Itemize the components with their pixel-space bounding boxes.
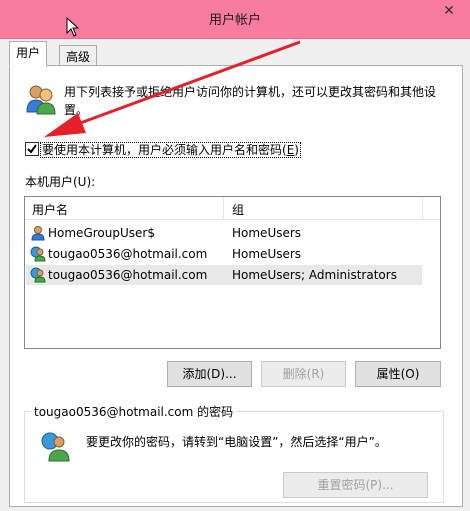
properties-button[interactable]: 属性(O) [355, 361, 441, 387]
add-user-button[interactable]: 添加(D)... [167, 361, 252, 387]
tab-advanced-label: 高级 [66, 50, 91, 64]
tab-users-label: 用户 [16, 46, 41, 60]
require-login-label-text: 要使用本计算机，用户必须输入用户名和密码( [42, 143, 287, 157]
users-list[interactable]: 用户名 组 HomeGroupUser$ HomeUsers tougao053… [24, 196, 441, 349]
password-help-text: 要更改你的密码，请转到“电脑设置”，然后选择“用户”。 [86, 435, 387, 449]
password-group-legend: tougao0536@hotmail.com 的密码 [31, 403, 237, 420]
password-user-icon [41, 432, 70, 462]
users-group-icon [26, 85, 56, 115]
reset-password-button[interactable]: 重置密码(P)... [283, 472, 428, 498]
column-header-group[interactable]: 组 [232, 201, 244, 218]
mouse-cursor-icon [66, 17, 80, 37]
user-group: HomeUsers; Administrators [232, 268, 397, 282]
column-separator[interactable] [422, 197, 423, 219]
user-name: HomeGroupUser$ [48, 226, 155, 240]
microsoft-account-user-icon [30, 267, 46, 283]
table-row-selected[interactable]: tougao0536@hotmail.com HomeUsers; Admini… [26, 265, 422, 285]
user-icon [31, 226, 45, 241]
user-group: HomeUsers [232, 247, 302, 261]
column-separator[interactable] [223, 197, 224, 219]
require-login-label[interactable]: 要使用本计算机，用户必须输入用户名和密码(E) [40, 141, 301, 158]
checkmark-icon [27, 144, 37, 154]
column-header-username[interactable]: 用户名 [32, 201, 68, 218]
require-login-checkbox[interactable] [25, 142, 39, 156]
table-row[interactable]: HomeGroupUser$ HomeUsers [26, 223, 422, 243]
remove-user-button[interactable]: 删除(R) [261, 361, 346, 387]
users-list-header: 用户名 组 [25, 197, 440, 220]
list-scroll-gutter [423, 220, 440, 348]
microsoft-account-user-icon [30, 246, 46, 262]
tab-users[interactable]: 用户 [9, 41, 48, 67]
user-group: HomeUsers [232, 226, 302, 240]
require-login-label-end: ) [294, 143, 299, 157]
close-icon: ✕ [443, 3, 455, 19]
user-name: tougao0536@hotmail.com [48, 268, 208, 282]
users-list-label: 本机用户(U): [25, 175, 96, 189]
intro-text: 用下列表接予或拒绝用户访问你的计算机，还可以更改其密码和其他设置。 [64, 85, 437, 117]
close-button[interactable]: ✕ [434, 0, 464, 22]
user-name: tougao0536@hotmail.com [48, 247, 208, 261]
table-row[interactable]: tougao0536@hotmail.com HomeUsers [26, 244, 422, 264]
